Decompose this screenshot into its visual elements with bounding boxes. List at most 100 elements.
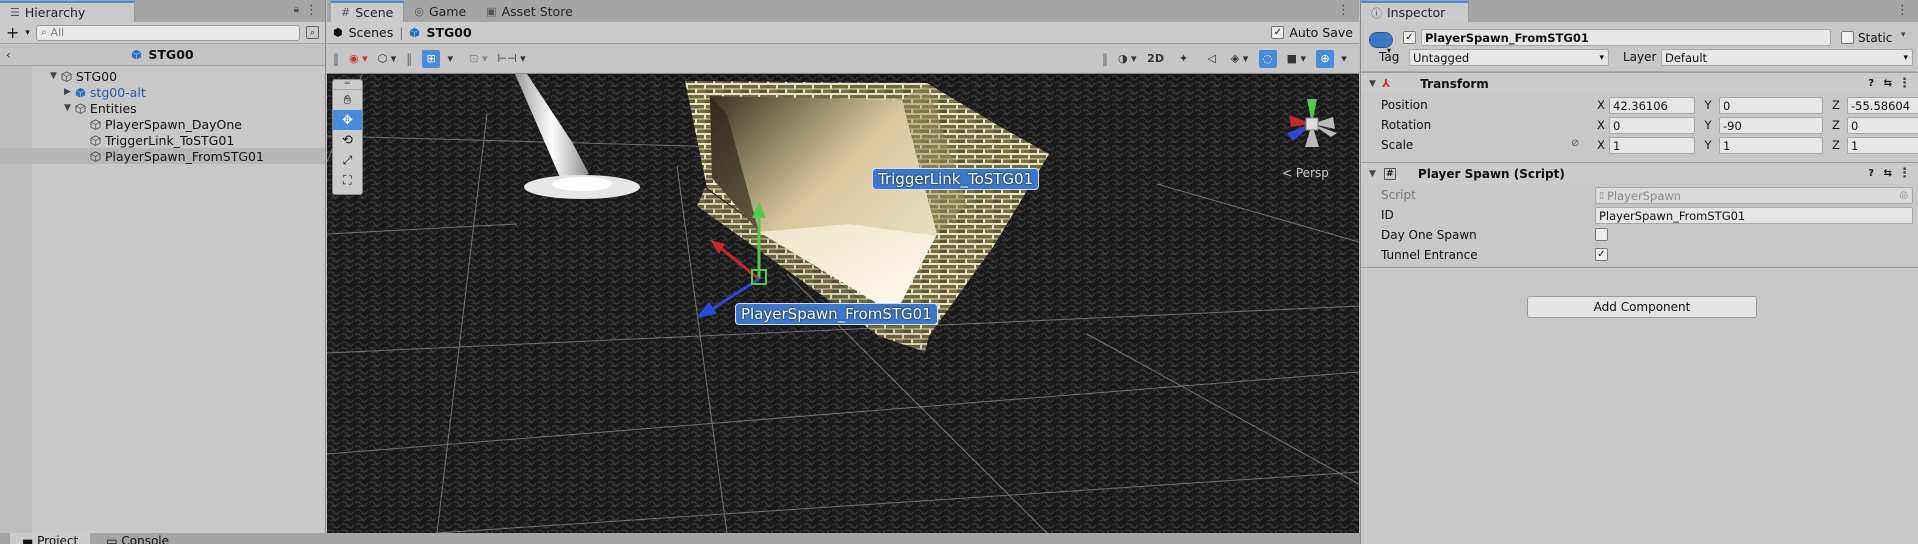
tool-pivot-icon[interactable]: ⬡ ▾ [378,50,397,68]
help-icon[interactable]: ? [1868,78,1874,89]
tree-item-stg00-alt[interactable]: ▶ stg00-alt [0,84,325,100]
breadcrumb-current[interactable]: STG00 [426,25,471,40]
auto-save-checkbox[interactable]: ✓ [1271,26,1285,39]
chevron-down-icon[interactable]: ▾ [1335,50,1353,68]
tab-project-label: Project [37,534,79,544]
move-tool-icon[interactable]: ✥ [333,110,362,130]
expand-arrow-icon[interactable]: ▼ [1369,79,1376,89]
add-icon[interactable]: + [6,24,19,41]
increment-snap-icon[interactable]: ⊡ ▾ [469,50,487,68]
store-icon: ▣ [486,5,497,18]
rotation-z-field[interactable]: 0 [1847,117,1918,134]
position-y-field[interactable]: 0 [1719,97,1823,114]
axis-y-label: Y [1704,138,1712,152]
orientation-gizmo[interactable] [1277,89,1347,159]
scale-y-field[interactable]: 1 [1719,137,1823,154]
tag-dropdown[interactable]: Untagged ▾ [1409,49,1609,66]
component-menu-icon[interactable]: ⋮ [1898,166,1911,181]
layer-dropdown[interactable]: Default ▾ [1661,49,1913,66]
mode-2d-button[interactable]: 2D [1147,50,1165,68]
hand-tool-icon[interactable]: ✋︎ [333,90,362,110]
tool-handle-position-icon[interactable]: ◉ ▾ [349,50,368,68]
tree-item-label: PlayerSpawn_DayOne [105,116,242,132]
chevron-down-icon[interactable]: ▾ [441,50,459,68]
hierarchy-panel: ☰ Hierarchy 🔒︎ ⋮ + ▾ ⌕ All ⌕ ‹ STG00 ▼ S… [0,0,326,544]
hierarchy-menu-icon[interactable]: ⋮ [305,3,318,18]
search-input[interactable]: ⌕ All [35,24,300,41]
tab-console[interactable]: ▭ Console [96,533,179,544]
grid-snap-icon[interactable]: ⊞ [422,49,441,68]
tree-item-entities[interactable]: ▼ Entities [0,100,325,116]
rotation-y-field[interactable]: -90 [1719,117,1823,134]
prefab-icon [75,87,86,98]
rect-tool-icon[interactable]: ⛶ [333,170,362,190]
tunnel-checkbox[interactable]: ✓ [1595,248,1608,261]
tab-game[interactable]: ◎ Game [404,1,476,22]
scale-z-field[interactable]: 1 [1847,137,1918,154]
gameobject-icon [90,118,101,130]
tree-item-stg00[interactable]: ▼ STG00 [0,68,325,84]
scene-viewport[interactable]: ═ ✋︎ ✥ ⟲ ⤢ ⛶ TriggerLink_ToSTG01 PlayerS… [327,74,1359,533]
day-one-checkbox[interactable] [1595,228,1608,241]
link-icon[interactable]: ⊘ [1571,138,1579,149]
scale-x-field[interactable]: 1 [1609,137,1695,154]
draw-mode-icon[interactable]: ◑ ▾ [1118,50,1137,68]
position-z-field[interactable]: -55.58604 [1847,97,1918,114]
player-spawn-label[interactable]: PlayerSpawn_FromSTG01 [735,303,938,325]
tab-asset-store[interactable]: ▣ Asset Store [476,1,583,22]
scene-menu-icon[interactable]: ⋮ [1337,3,1350,18]
collapse-arrow-icon[interactable]: ▶ [64,87,71,97]
scene-header[interactable]: ‹ STG00 [0,44,325,66]
tree-item-triggerlink[interactable]: TriggerLink_ToSTG01 [0,132,325,148]
active-checkbox[interactable]: ✓ [1403,31,1416,44]
preset-icon[interactable]: ⇆ [1884,168,1892,179]
persp-label[interactable]: < Persp [1282,166,1329,180]
expand-arrow-icon[interactable]: ▼ [64,103,71,113]
id-field[interactable]: PlayerSpawn_FromSTG01 [1595,207,1913,224]
object-name-field[interactable]: PlayerSpawn_FromSTG01 [1421,29,1831,46]
ruler-icon[interactable]: ⊢⊣ ▾ [498,50,526,68]
search-options-icon[interactable]: ⌕ [306,26,319,39]
chevron-down-icon[interactable]: ▾ [25,28,30,38]
tree-item-playerspawn-fromstg01[interactable]: PlayerSpawn_FromSTG01 [0,148,325,164]
lock-icon[interactable]: 🔒︎ [294,4,299,15]
preset-icon[interactable]: ⇆ [1884,78,1892,89]
effects-icon[interactable]: ◈ ▾ [1231,50,1249,68]
scale-tool-icon[interactable]: ⤢ [333,150,362,170]
inspector-menu-icon[interactable]: ⋮ [1896,3,1909,18]
axis-z-label: Z [1832,138,1840,152]
position-x-field[interactable]: 42.36106 [1609,97,1695,114]
auto-save-toggle[interactable]: ✓ Auto Save [1271,25,1353,40]
scale-label: Scale [1381,138,1414,152]
component-menu-icon[interactable]: ⋮ [1898,76,1911,91]
player-spawn-header[interactable]: ▼ # Player Spawn (Script) ? ⇆ ⋮ [1361,162,1918,184]
day-one-label: Day One Spawn [1381,228,1477,242]
axis-z-label: Z [1832,118,1840,132]
tab-console-label: Console [121,534,170,544]
help-icon[interactable]: ? [1868,168,1874,179]
rotate-tool-icon[interactable]: ⟲ [333,130,362,150]
tree-item-playerspawn-dayone[interactable]: PlayerSpawn_DayOne [0,116,325,132]
tab-project[interactable]: ▬ Project [10,533,91,544]
rotation-x-field[interactable]: 0 [1609,117,1695,134]
visibility-icon[interactable]: ◌ [1258,49,1277,68]
tab-scene[interactable]: # Scene [331,1,405,22]
toolbar-grip-icon: ‖ [333,51,339,66]
gizmos-icon[interactable]: ⊕ [1316,49,1334,68]
tab-inspector[interactable]: ⓘ Inspector [1361,1,1469,22]
tab-hierarchy[interactable]: ☰ Hierarchy [0,1,135,22]
axis-x-label: X [1597,98,1605,112]
expand-arrow-icon[interactable]: ▼ [1369,169,1376,179]
breadcrumb-root[interactable]: Scenes [349,25,394,40]
audio-icon[interactable]: ◁ [1203,50,1221,68]
camera-icon[interactable]: ■ ▾ [1287,50,1306,68]
back-arrow-icon[interactable]: ‹ [6,47,11,62]
trigger-link-label[interactable]: TriggerLink_ToSTG01 [872,168,1040,190]
add-component-button[interactable]: Add Component [1527,296,1757,318]
expand-arrow-icon[interactable]: ▼ [50,71,57,81]
static-dropdown-icon[interactable]: ▾ [1901,30,1905,40]
transform-header[interactable]: ▼ ⅄ Transform ? ⇆ ⋮ [1361,72,1918,94]
axis-z-label: Z [1832,98,1840,112]
static-checkbox[interactable] [1841,31,1854,44]
lighting-icon[interactable]: ✦ [1175,50,1193,68]
